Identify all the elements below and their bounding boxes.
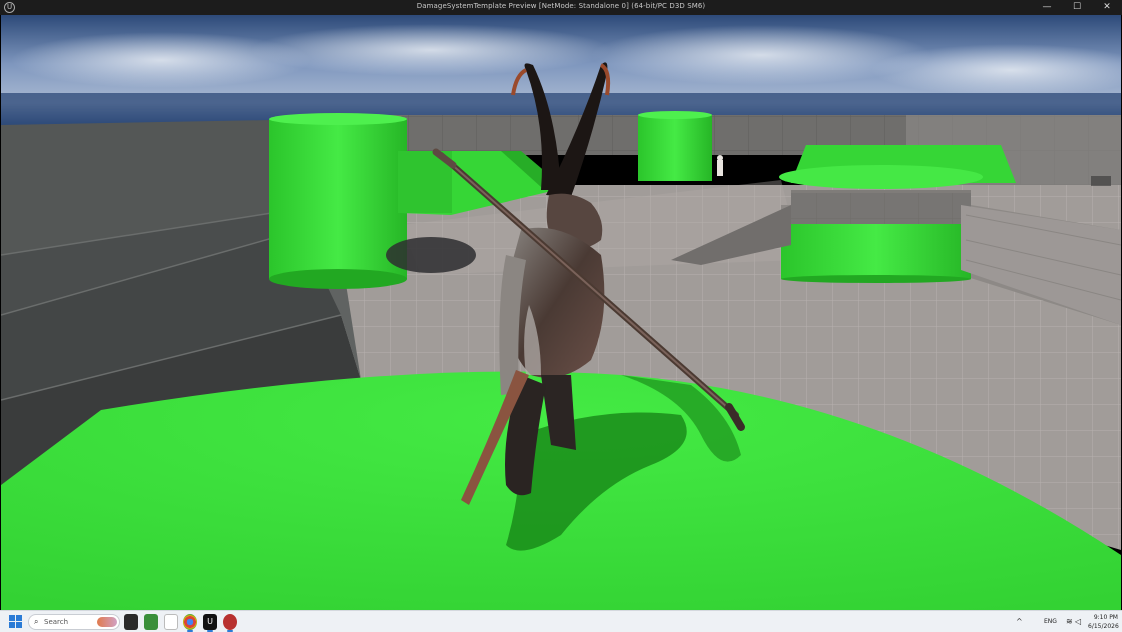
language-indicator[interactable]: ENG: [1044, 614, 1058, 630]
game-viewport[interactable]: [1, 15, 1121, 610]
minimize-button[interactable]: —: [1032, 0, 1062, 15]
dummy-target: [717, 155, 723, 176]
maximize-button[interactable]: ☐: [1062, 0, 1092, 15]
tray-chevron-icon[interactable]: ^: [1016, 614, 1024, 630]
sky: [1, 15, 1121, 125]
green-pillar-left: [269, 113, 407, 289]
game-window: U DamageSystemTemplate Preview [NetMode:…: [0, 0, 1122, 632]
search-highlight-icon: [97, 617, 117, 627]
chrome-icon[interactable]: [183, 614, 197, 632]
unreal-icon[interactable]: U: [203, 614, 217, 632]
taskbar-clock[interactable]: 9:10 PM 6/15/2026: [1088, 613, 1119, 630]
window-title: DamageSystemTemplate Preview [NetMode: S…: [416, 2, 706, 10]
app-icon-red[interactable]: [223, 614, 237, 632]
windows-taskbar: ⌕ Search U ^ ENG ≋ ◁ 9:10 PM 6/15/2026: [0, 610, 1122, 632]
green-pillar-back: [638, 111, 712, 181]
wifi-icon[interactable]: ≋: [1066, 614, 1074, 630]
app-icon[interactable]: [164, 614, 178, 630]
search-placeholder: Search: [44, 618, 69, 626]
search-icon: ⌕: [34, 617, 39, 626]
media-icon[interactable]: [144, 614, 158, 630]
clock-time: 9:10 PM: [1093, 614, 1118, 621]
title-bar[interactable]: U DamageSystemTemplate Preview [NetMode:…: [0, 0, 1122, 15]
volume-icon[interactable]: ◁: [1075, 614, 1083, 630]
shadow-ground: [386, 237, 476, 273]
windows-start-icon[interactable]: [9, 614, 23, 630]
task-view-icon[interactable]: [124, 614, 138, 630]
close-button[interactable]: ✕: [1092, 0, 1122, 15]
clock-date: 6/15/2026: [1088, 623, 1119, 630]
taskbar-search-input[interactable]: ⌕ Search: [28, 614, 120, 630]
